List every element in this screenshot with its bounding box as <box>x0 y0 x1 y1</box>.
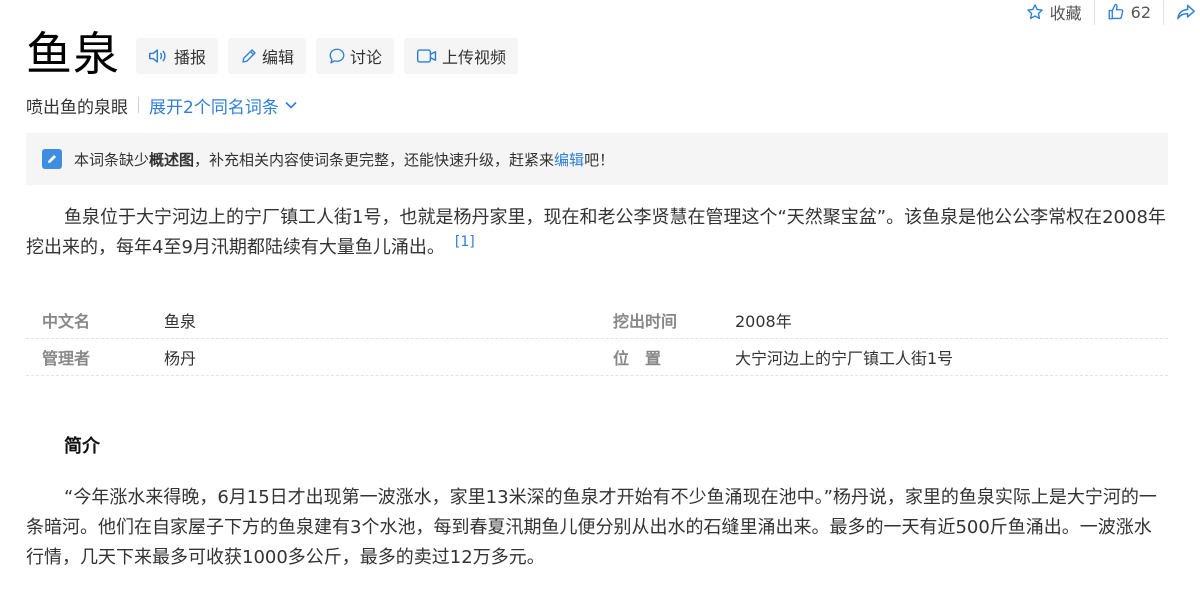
chat-bubble-icon <box>329 48 345 64</box>
info-value: 鱼泉 <box>164 312 197 331</box>
section-paragraph: “今年涨水来得晚，6月15日才出现第一波涨水，家里13米深的鱼泉才开始有不少鱼涌… <box>26 487 1157 568</box>
share-icon <box>1177 4 1195 20</box>
star-icon <box>1026 4 1043 20</box>
notice-bold: 概述图 <box>149 150 195 169</box>
favorite-button[interactable]: 收藏 <box>1014 0 1094 24</box>
thumbs-up-icon <box>1108 3 1124 20</box>
favorite-label: 收藏 <box>1049 4 1082 23</box>
expand-homonyms-link[interactable]: 展开2个同名词条 <box>149 93 297 118</box>
like-button[interactable]: 62 <box>1095 3 1163 22</box>
broadcast-label: 播报 <box>174 48 207 67</box>
notice-suffix: 吧！ <box>584 150 615 169</box>
divider <box>138 97 139 113</box>
info-value: 大宁河边上的宁厂镇工人街1号 <box>735 349 954 368</box>
expand-homonyms-label: 展开2个同名词条 <box>149 97 279 118</box>
top-actions: 收藏 62 <box>1014 0 1200 25</box>
toolbar: 播报 编辑 讨论 上传视频 <box>136 38 519 74</box>
reference-link[interactable]: [1] <box>455 234 475 250</box>
summary-text: 鱼泉位于大宁河边上的宁厂镇工人街1号，也就是杨丹家里，现在和老公李贤慧在管理这个… <box>26 207 1166 258</box>
discuss-label: 讨论 <box>350 48 383 67</box>
info-value: 2008年 <box>735 312 792 331</box>
chevron-down-icon <box>285 101 297 109</box>
info-key: 管理者 <box>42 349 91 368</box>
share-button[interactable] <box>1164 3 1200 21</box>
title-row: 鱼泉 播报 编辑 讨论 上传视频 <box>26 27 519 81</box>
info-key: 位 置 <box>613 349 662 368</box>
info-key: 挖出时间 <box>613 312 678 331</box>
page-title: 鱼泉 <box>26 27 120 81</box>
subtitle-row: 喷出鱼的泉眼 展开2个同名词条 <box>26 92 297 118</box>
broadcast-button[interactable]: 播报 <box>136 38 219 74</box>
info-key: 中文名 <box>42 312 91 331</box>
info-value: 杨丹 <box>164 349 197 368</box>
edit-label: 编辑 <box>262 48 295 67</box>
notice-edit-link[interactable]: 编辑 <box>554 149 584 170</box>
info-row: 管理者 杨丹 位 置 大宁河边上的宁厂镇工人街1号 <box>26 339 1168 376</box>
speaker-icon <box>148 49 166 63</box>
edit-button[interactable]: 编辑 <box>228 38 307 74</box>
missing-image-notice: 本词条缺少 概述图 ，补充相关内容使词条更完整，还能快速升级，赶紧来 编辑 吧！ <box>26 133 1168 185</box>
upload-video-button[interactable]: 上传视频 <box>404 38 519 74</box>
video-camera-icon <box>417 49 437 63</box>
discuss-button[interactable]: 讨论 <box>316 38 395 74</box>
summary-paragraph: 鱼泉位于大宁河边上的宁厂镇工人街1号，也就是杨丹家里，现在和老公李贤慧在管理这个… <box>26 203 1168 263</box>
info-row: 中文名 鱼泉 挖出时间 2008年 <box>26 302 1168 339</box>
basic-info-table: 中文名 鱼泉 挖出时间 2008年 管理者 杨丹 位 置 大宁河边上的宁厂镇工人… <box>26 302 1168 376</box>
upload-video-label: 上传视频 <box>442 48 507 67</box>
edit-notice-icon <box>42 149 62 169</box>
notice-prefix: 本词条缺少 <box>74 150 150 169</box>
notice-middle: ，补充相关内容使词条更完整，还能快速升级，赶紧来 <box>194 150 555 169</box>
section-heading: 简介 <box>64 436 100 457</box>
subtitle-text: 喷出鱼的泉眼 <box>26 97 128 118</box>
like-count: 62 <box>1130 2 1151 22</box>
pencil-icon <box>242 49 256 63</box>
